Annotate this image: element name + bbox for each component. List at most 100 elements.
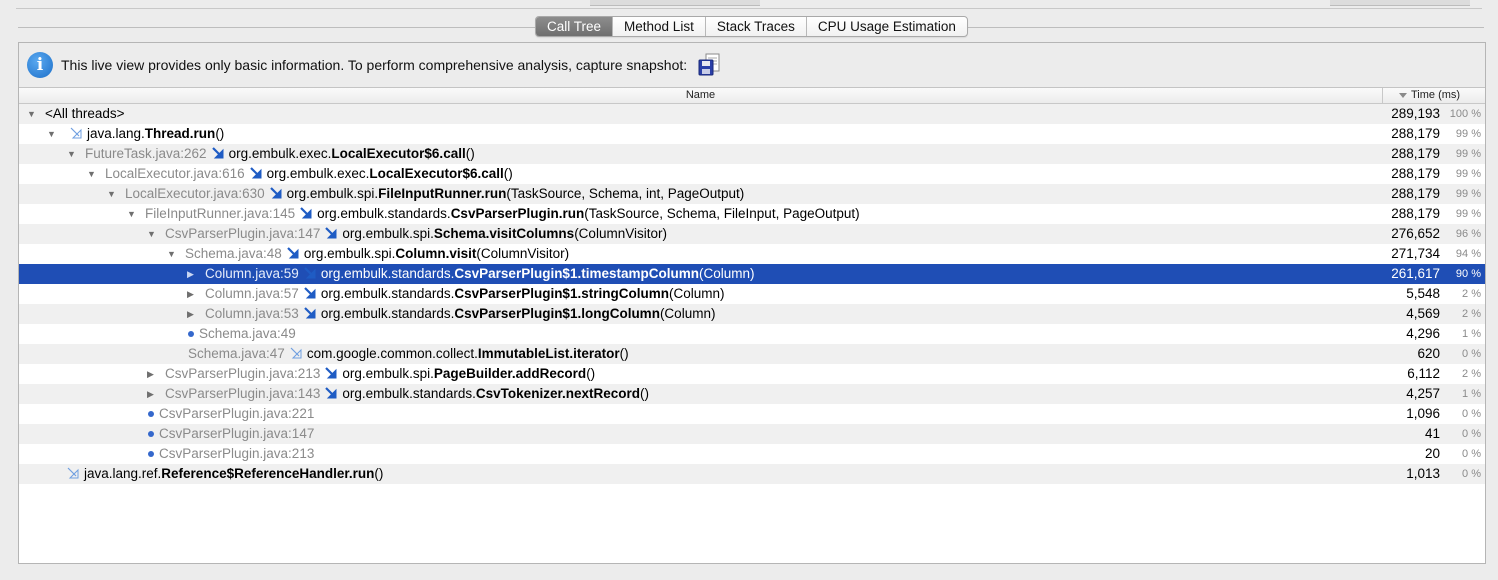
leaf-bullet-icon (188, 331, 194, 337)
tab-stack-traces[interactable]: Stack Traces (706, 17, 807, 36)
method-args: () (586, 366, 596, 381)
collapsed-triangle-icon[interactable]: ▶ (147, 384, 154, 404)
tree-row[interactable]: ▼ FutureTask.java:262 org.embulk.exec.Loca… (19, 144, 1485, 164)
tree-row[interactable]: java.lang.ref.Reference$ReferenceHandler… (19, 464, 1485, 484)
method-args: () (503, 166, 513, 181)
time-ms: 5,548 (1406, 286, 1440, 301)
source-location: Column.java:57 (205, 286, 299, 301)
package-name: org.embulk.standards. (317, 206, 451, 221)
tree-row[interactable]: ▶ Column.java:59 org.embulk.standards.CsvP… (19, 264, 1485, 284)
leaf-bullet-icon (148, 411, 154, 417)
source-location: CsvParserPlugin.java:147 (159, 426, 315, 441)
expanded-triangle-icon[interactable]: ▼ (87, 164, 96, 184)
package-name: org.embulk.exec. (266, 166, 370, 181)
expanded-triangle-icon[interactable]: ▼ (27, 104, 36, 124)
package-name: org.embulk.exec. (228, 146, 332, 161)
call-arrow-icon (287, 247, 299, 259)
row-label: CsvParserPlugin.java:143 org.embulk.stand… (165, 384, 649, 404)
call-arrow-icon (325, 227, 337, 239)
call-arrow-icon (304, 307, 316, 319)
tab-cpu-usage-estimation[interactable]: CPU Usage Estimation (807, 17, 967, 36)
column-header-name[interactable]: Name (19, 88, 1383, 103)
time-ms: 276,652 (1391, 226, 1440, 241)
top-strip (0, 0, 1498, 10)
row-label: CsvParserPlugin.java:147 org.embulk.spi.S… (165, 224, 667, 244)
source-location: Schema.java:47 (188, 346, 285, 361)
tab-call-tree[interactable]: Call Tree (536, 17, 614, 36)
source-location: CsvParserPlugin.java:213 (159, 446, 315, 461)
tree-row[interactable]: ▼ LocalExecutor.java:616 org.embulk.exec.L… (19, 164, 1485, 184)
method-name: CsvParserPlugin.run (450, 206, 585, 221)
expanded-triangle-icon[interactable]: ▼ (67, 144, 76, 164)
method-args: (Column) (668, 286, 725, 301)
expanded-triangle-icon[interactable]: ▼ (147, 224, 156, 244)
top-control-right[interactable] (1330, 0, 1470, 6)
tree-row[interactable]: ▼ FileInputRunner.java:145 org.embulk.stan… (19, 204, 1485, 224)
tree-row[interactable]: ▼ Schema.java:48 org.embulk.spi.Column.vis… (19, 244, 1485, 264)
expanded-triangle-icon[interactable]: ▼ (167, 244, 176, 264)
method-name: Column.visit (395, 246, 477, 261)
leaf-bullet-icon (148, 451, 154, 457)
row-label: Column.java:53 org.embulk.standards.CsvPa… (205, 304, 715, 324)
tree-row[interactable]: ▼ CsvParserPlugin.java:147 org.embulk.spi.… (19, 224, 1485, 244)
time-percent: 1 % (1462, 328, 1481, 340)
call-arrow-icon (70, 127, 82, 139)
package-name: org.embulk.spi. (342, 226, 434, 241)
call-arrow-icon (290, 347, 302, 359)
collapsed-triangle-icon[interactable]: ▶ (187, 264, 194, 284)
method-name: PageBuilder.addRecord (433, 366, 587, 381)
method-name: CsvTokenizer.nextRecord (475, 386, 640, 401)
expanded-triangle-icon[interactable]: ▼ (107, 184, 116, 204)
time-percent: 2 % (1462, 308, 1481, 320)
leaf-bullet-icon (148, 431, 154, 437)
tree-row[interactable]: ▼ <All threads> 289,193 100 % (19, 104, 1485, 124)
source-location: CsvParserPlugin.java:147 (165, 226, 321, 241)
row-label: java.lang.Thread.run() (65, 124, 224, 144)
tree-row[interactable]: ▶ CsvParserPlugin.java:143 org.embulk.stan… (19, 384, 1485, 404)
call-arrow-icon (67, 467, 79, 479)
source-location: Column.java:53 (205, 306, 299, 321)
tree-row[interactable]: ▼ java.lang.Thread.run() 288,179 99 % (19, 124, 1485, 144)
source-location: FutureTask.java:262 (85, 146, 207, 161)
top-control-left[interactable] (590, 0, 760, 6)
method-args: (TaskSource, Schema, FileInput, PageOutp… (584, 206, 860, 221)
row-label: FileInputRunner.java:145 org.embulk.stand… (145, 204, 860, 224)
source-location: Schema.java:48 (185, 246, 282, 261)
tree-row[interactable]: CsvParserPlugin.java:213 20 0 % (19, 444, 1485, 464)
tree-row[interactable]: Schema.java:49 4,296 1 % (19, 324, 1485, 344)
call-arrow-icon (249, 167, 262, 179)
tree-row[interactable]: CsvParserPlugin.java:147 41 0 % (19, 424, 1485, 444)
tree-row[interactable]: CsvParserPlugin.java:221 1,096 0 % (19, 404, 1485, 424)
row-label: CsvParserPlugin.java:213 org.embulk.spi.P… (165, 364, 595, 384)
expanded-triangle-icon[interactable]: ▼ (47, 124, 56, 144)
floppy-disk-icon[interactable] (697, 53, 721, 77)
time-percent: 0 % (1462, 468, 1481, 480)
method-args: (Column) (659, 306, 716, 321)
collapsed-triangle-icon[interactable]: ▶ (187, 304, 194, 324)
row-label: java.lang.ref.Reference$ReferenceHandler… (62, 464, 383, 484)
method-args: () (374, 466, 384, 481)
time-ms: 288,179 (1391, 166, 1440, 181)
time-percent: 0 % (1462, 428, 1481, 440)
package-name: com.google.common.collect. (306, 346, 478, 361)
time-ms: 261,617 (1391, 266, 1440, 281)
row-label: FutureTask.java:262 org.embulk.exec.Local… (85, 144, 475, 164)
column-header-time[interactable]: Time (ms) (1383, 88, 1485, 103)
collapsed-triangle-icon[interactable]: ▶ (187, 284, 194, 304)
tab-method-list[interactable]: Method List (613, 17, 706, 36)
time-ms: 288,179 (1391, 146, 1440, 161)
expanded-triangle-icon[interactable]: ▼ (127, 204, 136, 224)
tree-row[interactable]: ▶ CsvParserPlugin.java:213 org.embulk.spi.… (19, 364, 1485, 384)
method-args: () (465, 146, 475, 161)
time-percent: 1 % (1462, 388, 1481, 400)
tree-row[interactable]: ▼ LocalExecutor.java:630 org.embulk.spi.Fi… (19, 184, 1485, 204)
row-label: Column.java:57 org.embulk.standards.CsvPa… (205, 284, 724, 304)
method-name: CsvParserPlugin$1.stringColumn (454, 286, 669, 301)
time-ms: 4,296 (1406, 326, 1440, 341)
tree-row[interactable]: Schema.java:47 com.google.common.collect.… (19, 344, 1485, 364)
info-icon: i (27, 52, 53, 78)
collapsed-triangle-icon[interactable]: ▶ (147, 364, 154, 384)
info-bar: i This live view provides only basic inf… (19, 43, 1485, 88)
tree-row[interactable]: ▶ Column.java:57 org.embulk.standards.CsvP… (19, 284, 1485, 304)
tree-row[interactable]: ▶ Column.java:53 org.embulk.standards.CsvP… (19, 304, 1485, 324)
